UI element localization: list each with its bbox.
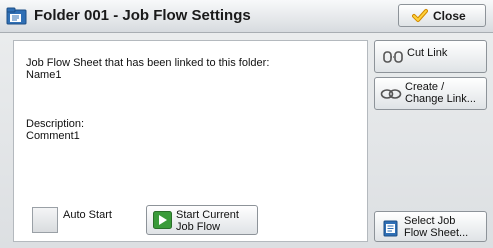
- select-job-line2: Flow Sheet...: [404, 227, 469, 239]
- start-button-label: Start Current Job Flow: [176, 209, 239, 233]
- play-icon: [153, 211, 172, 229]
- link-icon: [380, 89, 402, 99]
- close-button[interactable]: Close: [398, 4, 486, 27]
- start-button-line1: Start Current: [176, 209, 239, 221]
- checkmark-icon: [412, 9, 428, 22]
- link-info-panel: Job Flow Sheet that has been linked to t…: [13, 40, 368, 242]
- linked-sheet-label: Job Flow Sheet that has been linked to t…: [26, 57, 270, 69]
- page-title: Folder 001 - Job Flow Settings: [34, 7, 251, 24]
- start-current-job-flow-button[interactable]: Start Current Job Flow: [146, 205, 258, 235]
- broken-link-icon: [383, 51, 403, 63]
- job-flow-settings-screen: Folder 001 - Job Flow Settings Close Job…: [0, 0, 493, 248]
- auto-start-label: Auto Start: [63, 209, 112, 221]
- title-bar: Folder 001 - Job Flow Settings Close: [0, 0, 493, 33]
- job-flow-sheet-icon: [383, 220, 398, 237]
- create-link-line2: Change Link...: [405, 93, 476, 105]
- select-job-flow-label: Select Job Flow Sheet...: [404, 215, 468, 239]
- create-link-line1: Create /: [405, 81, 445, 93]
- folder-icon: [6, 7, 27, 25]
- cut-link-button[interactable]: Cut Link: [374, 40, 487, 73]
- description-value: Comment1: [26, 130, 80, 142]
- description-label: Description:: [26, 118, 85, 130]
- cut-link-label: Cut Link: [407, 47, 448, 59]
- close-button-label: Close: [433, 9, 466, 23]
- select-job-line1: Select Job: [404, 215, 456, 227]
- create-change-link-label: Create / Change Link...: [405, 81, 476, 105]
- auto-start-checkbox[interactable]: [32, 207, 58, 233]
- create-change-link-button[interactable]: Create / Change Link...: [374, 77, 487, 110]
- linked-sheet-name: Name1: [26, 69, 62, 81]
- start-button-line2: Job Flow: [176, 221, 221, 233]
- select-job-flow-sheet-button[interactable]: Select Job Flow Sheet...: [374, 211, 487, 242]
